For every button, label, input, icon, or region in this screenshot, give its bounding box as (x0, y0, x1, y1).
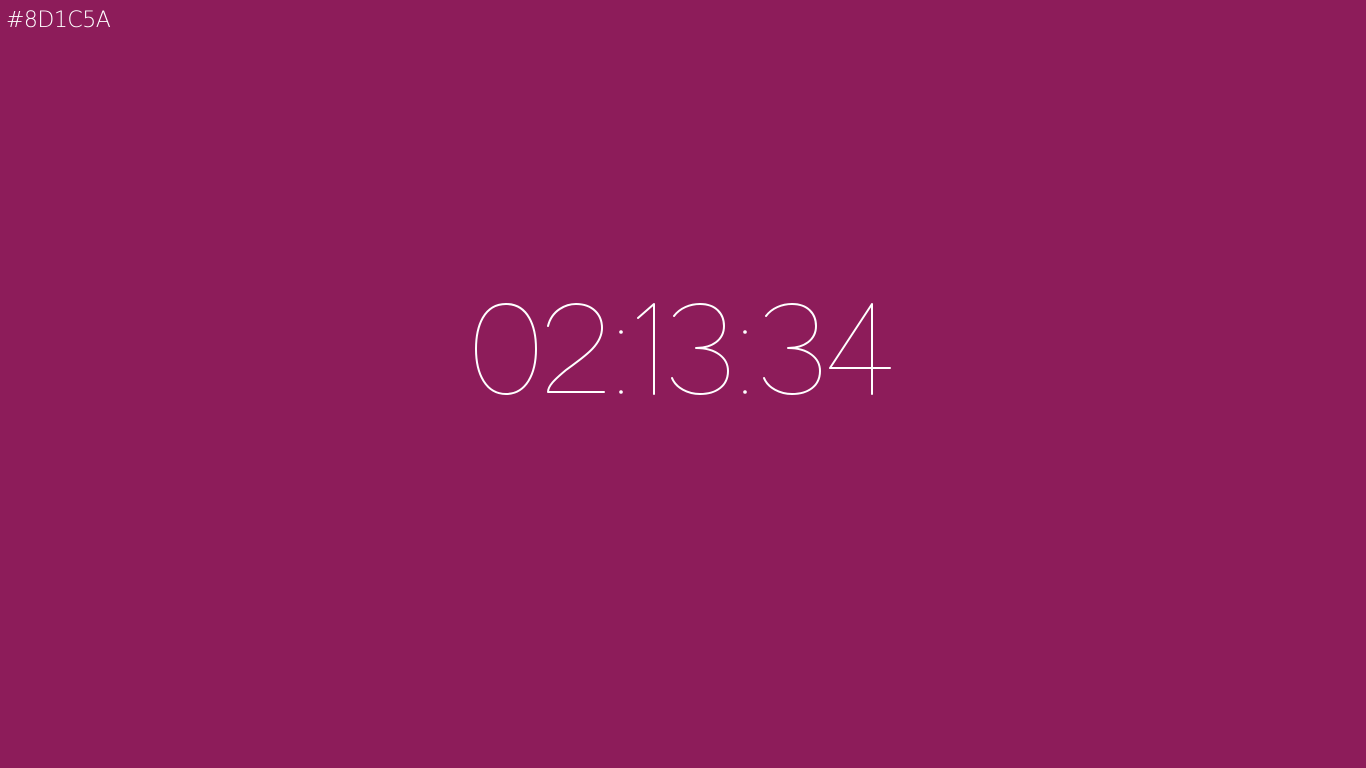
clock-digit-3 (637, 303, 655, 395)
clock-colon-dot (619, 330, 623, 334)
clock-digit-1 (547, 303, 605, 393)
clock-time-glyphs (475, 303, 891, 395)
clock-colon-dot (743, 330, 747, 334)
clock-digit-6 (763, 303, 821, 395)
clock-digit-7 (829, 303, 891, 395)
hex-color-label: #8D1C5A (6, 8, 111, 33)
clock-digit-0 (475, 303, 537, 395)
clock-digit-4 (671, 303, 729, 395)
clock-colon-dot (619, 390, 623, 394)
clock-display: 02:13:34 (0, 290, 1366, 410)
clock-colon-dot (743, 390, 747, 394)
